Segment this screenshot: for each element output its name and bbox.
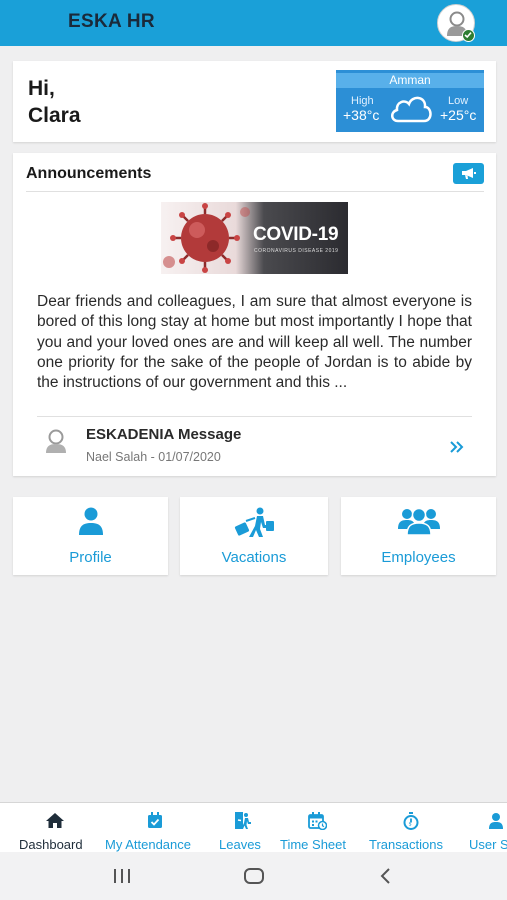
employees-tile[interactable]: Employees [341, 497, 496, 575]
tile-label: Employees [381, 549, 456, 566]
nav-time-sheet[interactable]: Time Sheet [280, 803, 356, 852]
announcements-title: Announcements [26, 165, 152, 182]
svg-text:$: $ [409, 822, 412, 828]
tile-label: Profile [69, 549, 112, 566]
nav-label: Dashboard [19, 837, 83, 852]
bottom-navigation: Dashboard My Attendance Leaves Time Shee… [0, 802, 507, 852]
announcements-button[interactable] [453, 163, 484, 184]
weather-low-label: Low [448, 95, 469, 107]
system-navigation-bar [0, 852, 507, 900]
nav-label: My Attendance [105, 837, 191, 852]
vacations-tile[interactable]: Vacations [180, 497, 328, 575]
weather-high-value: +38°c [343, 107, 380, 123]
group-icon [398, 507, 440, 535]
nav-label: Leaves [219, 837, 261, 852]
nav-leaves[interactable]: Leaves [218, 803, 268, 852]
weather-high-label: High [351, 95, 374, 107]
nav-my-attendance[interactable]: My Attendance [105, 803, 207, 852]
recent-apps-icon[interactable] [112, 868, 132, 884]
divider [26, 191, 484, 192]
traveler-icon [234, 507, 274, 537]
user-first-name: Clara [28, 104, 81, 127]
nav-label: User S [469, 837, 507, 852]
message-title: ESKADENIA Message [86, 426, 242, 443]
walking-exit-icon [235, 812, 251, 829]
greeting-text: Hi, Clara [28, 75, 81, 129]
covid-image-subtitle: CORONAVIRUS DISEASE 2019 [254, 248, 339, 254]
profile-tile[interactable]: Profile [13, 497, 168, 575]
app-title: ESKA HR [68, 11, 155, 32]
cloud-icon [391, 96, 432, 123]
covid-announcement-image: COVID-19 CORONAVIRUS DISEASE 2019 [161, 202, 348, 274]
check-icon [464, 32, 472, 39]
person-icon [79, 507, 103, 535]
announcement-body: Dear friends and colleagues, I am sure t… [37, 293, 472, 392]
double-chevron-right-icon[interactable] [449, 440, 465, 454]
profile-avatar-button[interactable] [437, 4, 475, 42]
divider [37, 416, 472, 417]
calendar-grid-icon [308, 812, 327, 830]
home-icon [46, 813, 64, 828]
announcements-card: Announcements COVID-19 CORONAVIRUS DISEA… [13, 153, 496, 476]
user-settings-icon [489, 813, 503, 829]
nav-transactions[interactable]: $ Transactions [369, 803, 457, 852]
virus-illustration-icon [163, 203, 250, 273]
app-bar: ESKA HR [0, 0, 507, 46]
nav-label: Time Sheet [280, 837, 346, 852]
stopwatch-icon: $ [403, 812, 419, 830]
weather-low-value: +25°c [440, 107, 477, 123]
online-status-badge [462, 29, 475, 42]
weather-widget: Amman High +38°c Low +25°c [336, 70, 484, 132]
message-meta: Nael Salah - 01/07/2020 [86, 450, 221, 464]
megaphone-icon [462, 168, 476, 179]
nav-user-settings[interactable]: User S [469, 803, 507, 852]
nav-dashboard[interactable]: Dashboard [18, 803, 94, 852]
greeting-card: Hi, Clara Amman High +38°c Low +25°c [13, 61, 496, 142]
user-avatar-icon [46, 429, 66, 453]
nav-label: Transactions [369, 837, 443, 852]
tile-label: Vacations [221, 549, 287, 566]
home-button-icon[interactable] [243, 867, 265, 885]
weather-city: Amman [336, 73, 484, 88]
calendar-check-icon [148, 812, 162, 828]
covid-image-title: COVID-19 [253, 224, 339, 245]
greeting-line1: Hi, [28, 77, 55, 100]
back-icon[interactable] [378, 867, 392, 885]
